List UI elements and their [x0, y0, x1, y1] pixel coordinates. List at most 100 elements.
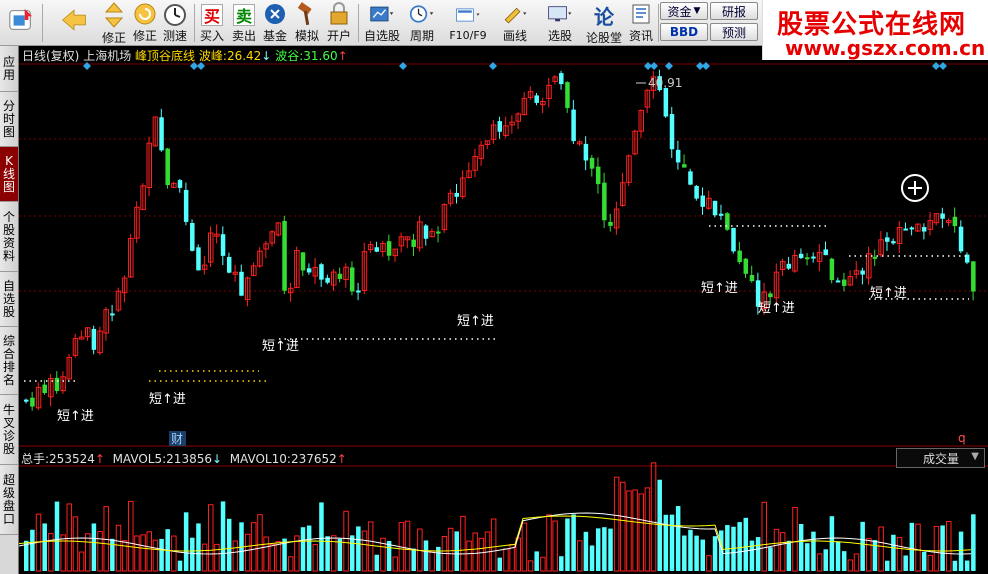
candle-body — [423, 225, 429, 239]
pick-button[interactable]: 选股 — [540, 1, 580, 44]
fix-label: 修正 — [101, 31, 126, 45]
volume-bar — [78, 551, 85, 572]
fund-button[interactable]: 基金 — [261, 1, 289, 44]
volume-bar — [374, 554, 380, 571]
side-tab-intraday[interactable]: 分时图 — [0, 92, 18, 147]
volume-bar — [755, 537, 761, 571]
home-button[interactable] — [4, 1, 38, 44]
volume-bar — [121, 540, 128, 572]
candle-body — [220, 234, 226, 256]
side-tab-diagnosis[interactable]: 牛叉诊股 — [0, 395, 18, 465]
volume-bar — [220, 501, 226, 571]
volume-bar — [48, 532, 54, 572]
candle-body — [356, 290, 361, 293]
volume-bar — [816, 553, 823, 572]
refresh-icon — [132, 2, 158, 26]
volume-bar — [331, 535, 337, 572]
volume-bar — [534, 551, 539, 571]
volume-bar — [115, 524, 122, 572]
candle-body — [177, 180, 183, 188]
side-tab-label: 分时图 — [2, 98, 15, 139]
volume-bar — [423, 540, 429, 571]
volume-bar — [196, 523, 201, 571]
side-tab-super-board[interactable]: 超级盘口 — [0, 465, 18, 535]
candle-body — [411, 239, 416, 247]
volume-bar — [712, 536, 718, 571]
candle-body — [971, 261, 976, 292]
volume-bar — [306, 525, 312, 571]
side-tab-stock-info[interactable]: 个股资料 — [0, 202, 18, 272]
peak-diamond-marker — [932, 62, 940, 70]
volume-bar — [190, 537, 195, 571]
volume-bar — [429, 550, 435, 572]
side-tab-watchlist[interactable]: 自选股 — [0, 272, 18, 327]
side-tab-apps[interactable]: 应用 — [0, 46, 18, 92]
volume-bar — [933, 525, 940, 572]
sell-button[interactable]: 卖 卖出 — [230, 1, 258, 44]
volume-bar — [356, 526, 361, 571]
back-button[interactable] — [52, 1, 96, 44]
volume-bar — [478, 537, 485, 572]
volume-bar — [343, 510, 349, 572]
finance-marker: 财 — [171, 432, 183, 446]
peak-value: 26.42 — [226, 49, 262, 63]
volume-bar — [632, 489, 638, 572]
up-arrow-icon: ↑ — [94, 452, 105, 466]
peak-diamond-marker — [650, 62, 658, 70]
volume-bar — [447, 527, 454, 572]
draw-button[interactable]: 画线 — [494, 1, 536, 44]
candle-body — [731, 227, 736, 252]
forum-button[interactable]: 论 论股堂 — [584, 1, 624, 46]
candle-body — [386, 241, 392, 256]
candle-body — [436, 231, 441, 234]
trough-value: 31.60 — [303, 49, 338, 63]
kline-chart-svg[interactable]: 40.91短↑进短↑进短↑进短↑进短↑进短↑进短↑进财 q — [19, 46, 988, 574]
volume-bar — [269, 543, 275, 572]
volume-bar — [208, 504, 214, 572]
forecast-button[interactable]: 预测 — [710, 23, 758, 41]
open-account-button[interactable]: 开户 — [325, 1, 353, 44]
refresh-button[interactable]: 修正 — [130, 1, 160, 44]
buy-label: 买入 — [199, 29, 224, 43]
down-arrow-icon: ↓ — [211, 452, 223, 466]
news-button[interactable]: 资讯 — [626, 1, 656, 44]
candle-body — [589, 157, 595, 169]
f10-label: F10/F9 — [449, 29, 487, 42]
volume-bar — [503, 548, 509, 572]
volume-bar — [42, 523, 47, 571]
watchlist-button[interactable]: 自选股 — [362, 1, 402, 44]
volume-bar — [805, 543, 810, 571]
f10-button[interactable]: F10/F9 — [446, 1, 490, 44]
clock-icon — [409, 2, 435, 26]
volume-bar — [454, 531, 459, 571]
volume-bar — [958, 531, 964, 571]
candle-body — [54, 377, 60, 391]
volume-bar — [244, 533, 251, 572]
speed-label: 测速 — [162, 29, 187, 43]
bbd-button[interactable]: BBD — [660, 23, 708, 41]
volume-bar — [571, 514, 576, 571]
speed-button[interactable]: 测速 — [160, 1, 190, 44]
high-price-label: 40.91 — [648, 76, 682, 90]
research-button[interactable]: 研报 — [710, 2, 758, 20]
volume-bar — [466, 540, 472, 572]
volume-bar — [940, 525, 945, 571]
volume-bar — [527, 560, 534, 572]
side-tab-kline[interactable]: K线图 — [0, 147, 18, 202]
mavol10-value: 237652 — [290, 452, 337, 466]
simulate-button[interactable]: 模拟 — [293, 1, 321, 44]
volume-bar — [964, 560, 970, 571]
side-tab-ranking[interactable]: 综合排名 — [0, 327, 18, 395]
buy-button[interactable]: 买 买入 — [198, 1, 226, 44]
volume-bar — [97, 531, 103, 572]
kline-chart-area[interactable]: 40.91 短↑进 短↑进 短↑进 短↑进 短↑进 短↑进 短↑进财 q 日线(复权) 上海机场… — [19, 46, 988, 574]
candle-body — [958, 226, 964, 252]
capital-button[interactable]: 资金 ▼ — [660, 2, 708, 20]
volume-bar — [312, 544, 319, 572]
period-button[interactable]: 周期 — [404, 1, 440, 44]
volume-bar — [891, 534, 896, 571]
candle-body — [700, 195, 705, 207]
volume-indicator-select[interactable]: 成交量 ▼ — [896, 448, 985, 468]
volume-bar — [718, 530, 724, 571]
fix-button[interactable]: 修正 — [98, 1, 130, 45]
